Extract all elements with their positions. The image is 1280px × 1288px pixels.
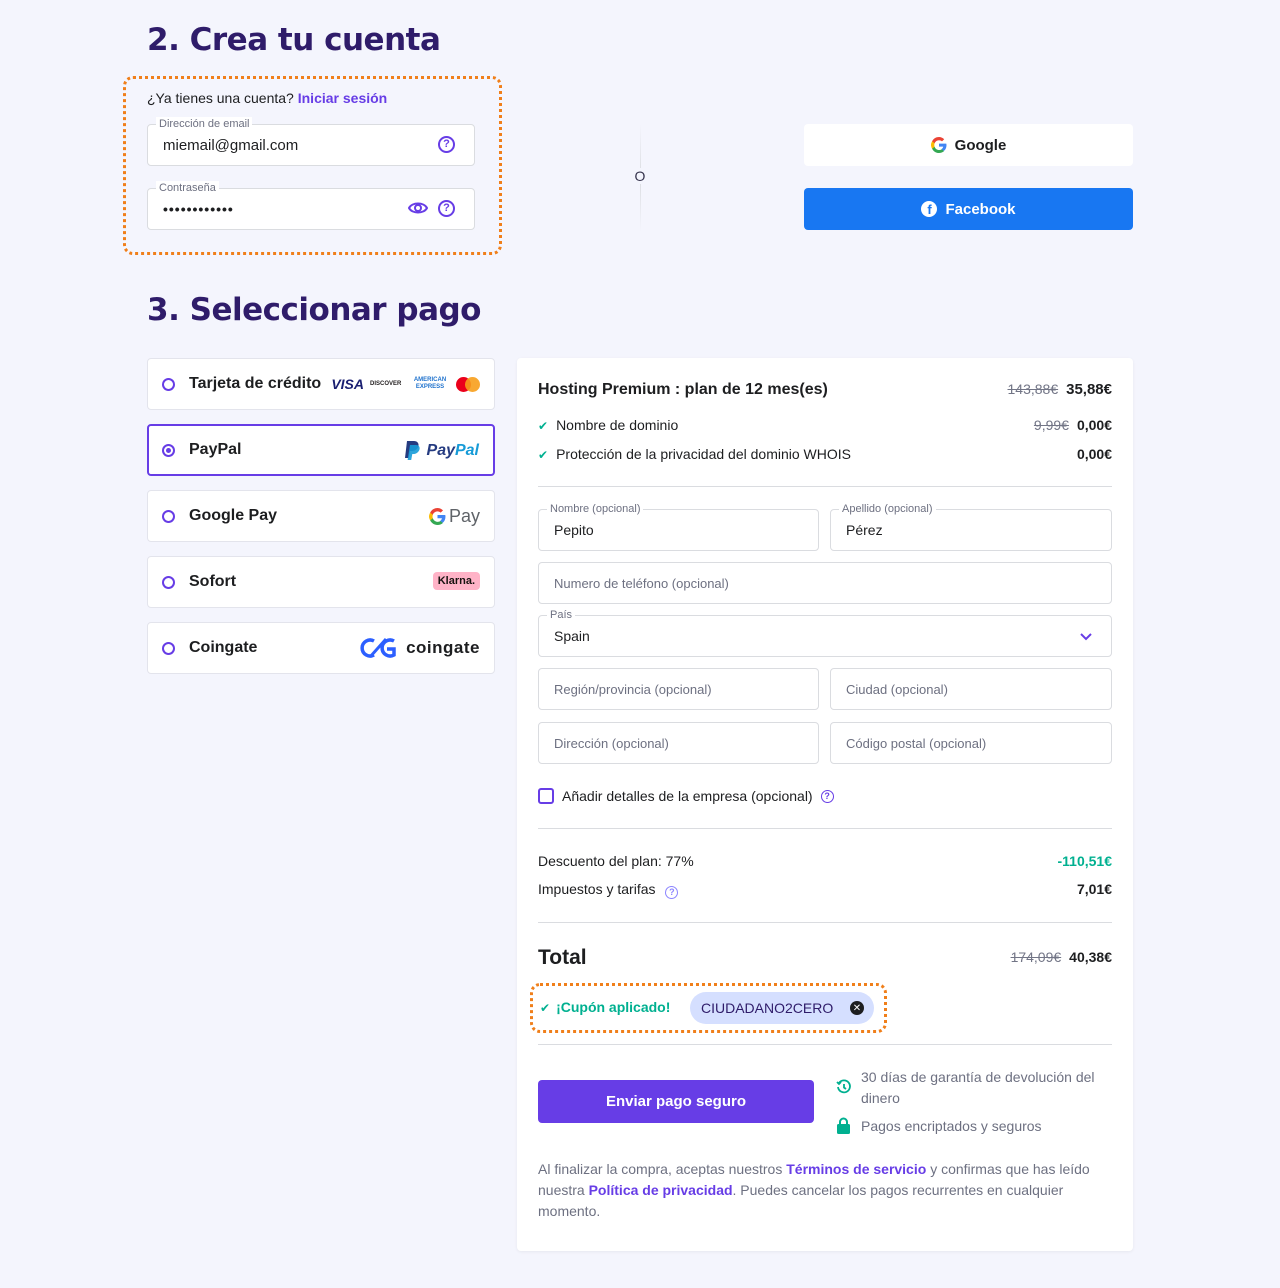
coupon-code: CIUDADANO2CERO [701, 1000, 834, 1016]
lock-icon [837, 1117, 850, 1134]
chevron-down-icon[interactable] [1079, 629, 1093, 648]
check-icon: ✔ [538, 448, 549, 462]
payment-option-label: Tarjeta de crédito [189, 375, 322, 392]
radio-button[interactable] [162, 575, 175, 589]
radio-button[interactable] [162, 377, 175, 391]
terms-link[interactable]: Términos de servicio [786, 1161, 926, 1177]
payment-option-label: Google Pay [189, 507, 278, 524]
company-details-row: Añadir detalles de la empresa (opcional)… [538, 788, 834, 804]
divider [538, 828, 1112, 829]
email-field[interactable]: Dirección de email miemail@gmail.com ? [147, 117, 475, 166]
check-icon: ✔ [538, 419, 549, 433]
radio-button[interactable] [162, 641, 175, 655]
city-field[interactable]: Ciudad (opcional) [830, 668, 1112, 710]
address-field[interactable]: Dirección (opcional) [538, 722, 819, 764]
account-section-title: 2. Crea tu cuenta [147, 22, 441, 58]
remove-coupon-close-icon[interactable]: ✕ [850, 1001, 864, 1015]
last-name-field[interactable]: Apellido (opcional) Pérez [830, 502, 1112, 551]
payment-option-credit-card[interactable]: Tarjeta de crédito VISA DISCOVER AMERICA… [147, 358, 495, 410]
discount-row: Descuento del plan: 77% -110,51€ [538, 853, 1113, 869]
password-field[interactable]: Contraseña •••••••••••• ? [147, 181, 475, 230]
payment-option-label: Coingate [189, 639, 258, 656]
taxes-row: Impuestos y tarifas ? 7,01€ [538, 881, 1112, 899]
coupon-applied-text: ✔ ¡Cupón aplicado! [540, 999, 671, 1015]
help-icon[interactable]: ? [438, 200, 455, 217]
region-field[interactable]: Región/provincia (opcional) [538, 668, 819, 710]
payment-option-google-pay[interactable]: Google Pay Pay [147, 490, 495, 542]
check-icon: ✔ [540, 1001, 551, 1015]
plan-name: Hosting Premium : plan de 12 mes(es) [538, 381, 828, 398]
mastercard-icon [456, 376, 480, 392]
google-pay-logo: Pay [428, 506, 480, 527]
amex-logo: AMERICAN EXPRESS [413, 377, 447, 390]
radio-button[interactable] [162, 443, 175, 457]
google-login-button[interactable]: Google [804, 124, 1133, 166]
google-icon [930, 137, 947, 153]
total-value: 40,38€ [1069, 949, 1112, 965]
help-icon[interactable]: ? [820, 789, 834, 803]
help-icon[interactable]: ? [665, 886, 679, 899]
facebook-login-button[interactable]: f Facebook [804, 188, 1133, 230]
klarna-logo: Klarna. [432, 572, 480, 590]
payment-option-label: Sofort [189, 573, 237, 590]
company-checkbox[interactable] [538, 788, 554, 804]
country-select[interactable]: País Spain [538, 608, 1112, 657]
coingate-logo: coingate [360, 637, 480, 659]
show-password-eye-icon[interactable] [407, 200, 429, 221]
login-link[interactable]: Iniciar sesión [298, 90, 387, 106]
divider [538, 1044, 1112, 1045]
visa-logo: VISA [331, 376, 364, 392]
privacy-link[interactable]: Política de privacidad [589, 1182, 733, 1198]
divider [538, 486, 1112, 487]
google-label: Google [954, 136, 1007, 154]
plan-old-price: 143,88€ [1007, 381, 1059, 397]
divider [538, 922, 1112, 923]
facebook-label: Facebook [945, 200, 1016, 218]
legal-text: Al finalizar la compra, aceptas nuestros… [538, 1161, 1090, 1219]
payment-section-title: 3. Seleccionar pago [147, 292, 481, 328]
payment-option-label: PayPal [189, 441, 242, 458]
plan-price: 35,88€ [1066, 381, 1112, 398]
secure-row: Pagos encriptados y seguros [836, 1117, 1042, 1134]
card-logos: VISA DISCOVER AMERICAN EXPRESS [331, 376, 480, 392]
payment-option-coingate[interactable]: Coingate coingate [147, 622, 495, 674]
email-value[interactable]: miemail@gmail.com [163, 125, 298, 165]
phone-field[interactable]: Numero de teléfono (opcional) [538, 562, 1112, 604]
discount-value: -110,51€ [1057, 853, 1113, 869]
submit-payment-button[interactable]: Enviar pago seguro [538, 1080, 814, 1123]
line-item: ✔ Nombre de dominio 9,99€ 0,00€ [538, 417, 1112, 433]
discover-logo: DISCOVER [370, 380, 402, 387]
payment-option-paypal[interactable]: PayPal Pay Pal [147, 424, 495, 476]
password-value[interactable]: •••••••••••• [163, 189, 234, 229]
paypal-icon [404, 441, 420, 460]
total-row: Total 174,09€ 40,38€ [538, 946, 1112, 972]
plan-row: Hosting Premium : plan de 12 mes(es) 143… [538, 381, 1112, 401]
facebook-icon: f [921, 201, 938, 217]
payment-option-sofort[interactable]: Sofort Klarna. [147, 556, 495, 608]
zip-field[interactable]: Código postal (opcional) [830, 722, 1112, 764]
coupon-chip: CIUDADANO2CERO ✕ [690, 992, 874, 1024]
company-details-label[interactable]: Añadir detalles de la empresa (opcional) [562, 788, 813, 804]
paypal-logo: Pay Pal [403, 440, 479, 462]
help-icon[interactable]: ? [438, 136, 455, 153]
coingate-icon [360, 638, 396, 658]
line-item: ✔ Protección de la privacidad del dominio… [538, 446, 1112, 462]
google-g-icon [428, 508, 446, 525]
total-label: Total [538, 946, 587, 969]
total-old-price: 174,09€ [1010, 949, 1062, 965]
have-account-text: ¿Ya tienes una cuenta? Iniciar sesión [147, 90, 388, 106]
or-separator: O [632, 168, 648, 184]
taxes-value: 7,01€ [1076, 881, 1112, 897]
guarantee-row: 30 días de garantía de devolución del di… [836, 1067, 1106, 1109]
first-name-field[interactable]: Nombre (opcional) Pepito [538, 502, 819, 551]
money-back-clock-icon [836, 1079, 852, 1101]
radio-button[interactable] [162, 509, 175, 523]
